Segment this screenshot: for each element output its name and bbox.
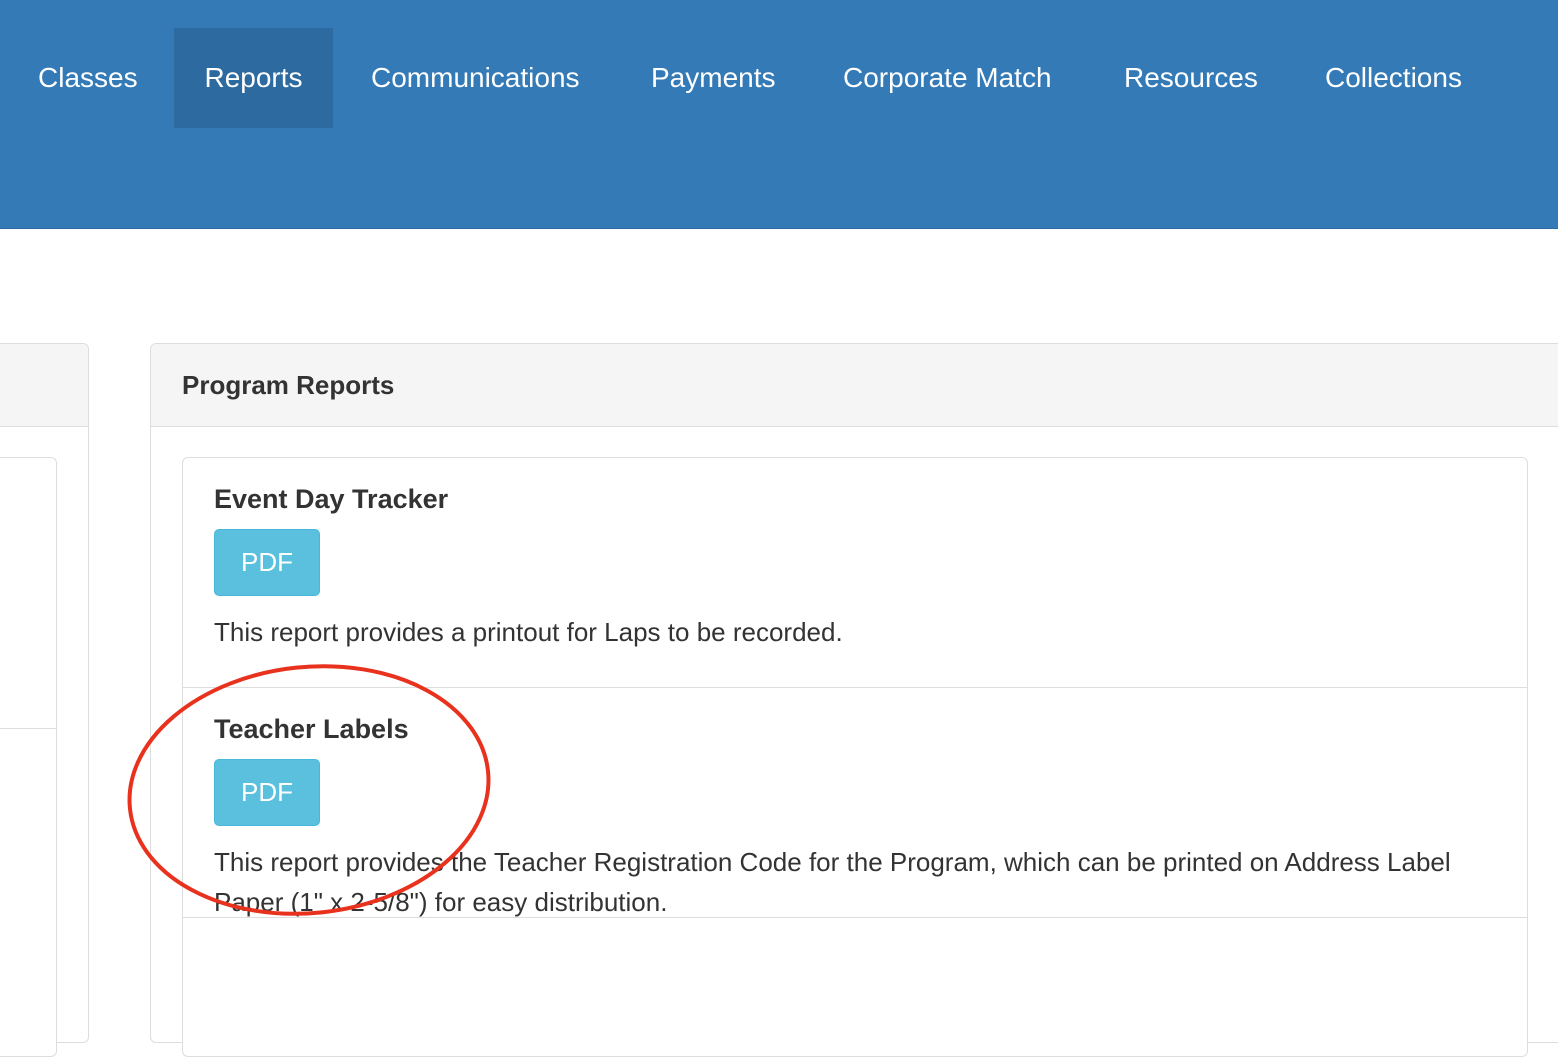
teacher-labels-pdf-button[interactable]: PDF	[214, 759, 320, 826]
report-description: This report provides a printout for Laps…	[214, 617, 843, 647]
nav-item-payments[interactable]: Payments	[621, 28, 806, 128]
nav-item-corporate-match[interactable]: Corporate Match	[813, 28, 1082, 128]
nav-item-classes[interactable]: Classes	[8, 28, 168, 128]
top-navbar: Classes Reports Communications Payments …	[0, 0, 1558, 229]
report-title: Teacher Labels	[214, 714, 409, 744]
report-item-event-day-tracker: Event Day Tracker PDF This report provid…	[183, 458, 1527, 688]
event-day-tracker-pdf-button[interactable]: PDF	[214, 529, 320, 596]
nav-item-resources[interactable]: Resources	[1094, 28, 1288, 128]
nav-item-reports[interactable]: Reports	[174, 28, 333, 128]
left-panel-list	[0, 457, 57, 1057]
report-description: This report provides the Teacher Registr…	[214, 847, 1451, 917]
nav-item-collections[interactable]: Collections	[1295, 28, 1492, 128]
left-panel-divider	[0, 728, 56, 729]
panel-title: Program Reports	[182, 370, 395, 400]
report-title: Event Day Tracker	[214, 484, 449, 514]
program-reports-heading: Program Reports	[151, 344, 1558, 427]
report-list: Event Day Tracker PDF This report provid…	[182, 457, 1528, 1057]
nav-item-communications[interactable]: Communications	[341, 28, 610, 128]
report-item-teacher-labels: Teacher Labels PDF This report provides …	[183, 688, 1527, 918]
left-panel-heading	[0, 344, 88, 427]
